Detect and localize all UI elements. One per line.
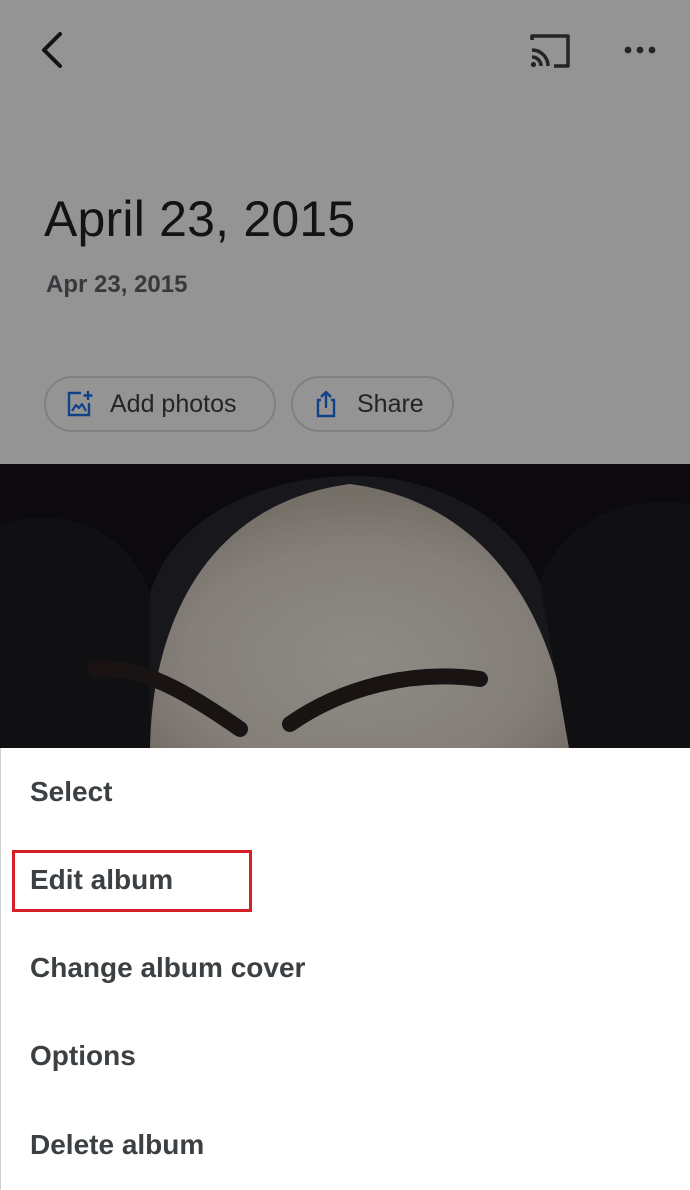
- menu-item-change-album-cover[interactable]: Change album cover: [30, 948, 305, 988]
- menu-item-options[interactable]: Options: [30, 1036, 136, 1076]
- album-screen: April 23, 2015 Apr 23, 2015 Add photos S…: [0, 0, 690, 1190]
- dim-overlay[interactable]: [0, 0, 690, 748]
- menu-item-select[interactable]: Select: [30, 772, 113, 812]
- menu-item-delete-album[interactable]: Delete album: [30, 1125, 204, 1165]
- edit-album-highlight-box: [12, 850, 252, 912]
